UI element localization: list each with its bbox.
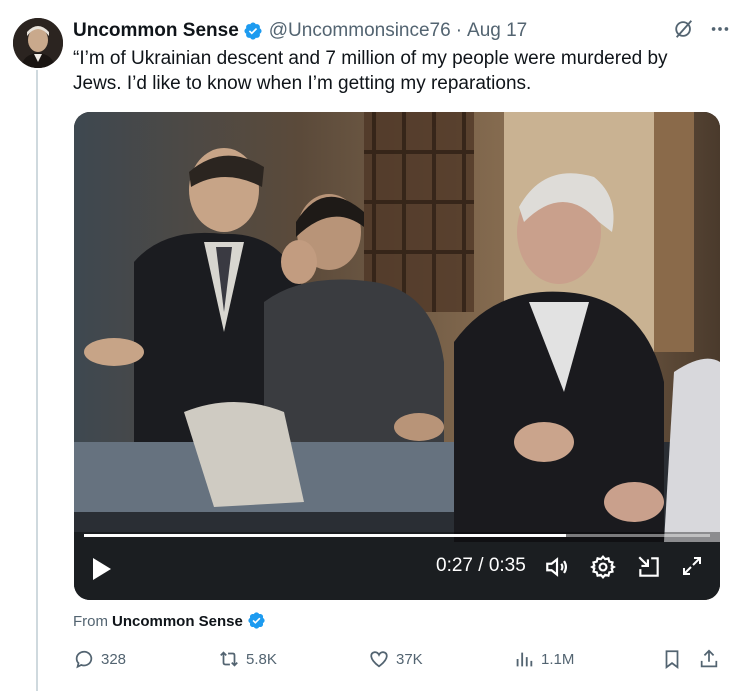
from-author-name[interactable]: Uncommon Sense: [112, 613, 243, 630]
tweet-date[interactable]: Aug 17: [467, 20, 527, 42]
avatar[interactable]: [13, 18, 63, 68]
avatar-portrait: [13, 18, 63, 68]
source-attribution: From Uncommon Sense: [73, 611, 267, 631]
volume-icon[interactable]: [544, 554, 570, 585]
video-progress-fill: [84, 534, 567, 537]
play-icon[interactable]: [90, 556, 114, 587]
fullscreen-icon[interactable]: [680, 554, 704, 583]
more-icon[interactable]: [709, 18, 731, 40]
grok-icon[interactable]: [673, 18, 695, 40]
reply-count: 328: [101, 650, 127, 668]
separator-dot: ·: [455, 20, 463, 41]
repost-icon: [220, 651, 238, 667]
thread-line: [36, 70, 38, 691]
views-icon: [516, 652, 533, 667]
views-button[interactable]: 1.1M: [513, 648, 574, 670]
from-label: From: [73, 612, 108, 630]
bookmark-icon: [665, 650, 679, 669]
author-handle[interactable]: @Uncommonsince76: [269, 20, 451, 42]
like-button[interactable]: 37K: [368, 648, 423, 670]
settings-icon[interactable]: [590, 554, 616, 585]
author-display-name[interactable]: Uncommon Sense: [73, 20, 239, 42]
reply-icon: [75, 650, 93, 669]
share-button[interactable]: [698, 648, 720, 670]
tweet-actions: 328 5.8K 37K 1.1M: [73, 648, 733, 674]
repost-count: 5.8K: [246, 650, 277, 668]
video-frame: [74, 112, 720, 600]
tweet-header: Uncommon Sense @Uncommonsince76 · Aug 17: [73, 18, 731, 44]
minimize-icon[interactable]: [636, 554, 662, 585]
like-count: 37K: [396, 650, 423, 668]
like-icon: [370, 651, 388, 668]
video-time: 0:27 / 0:35: [436, 555, 526, 576]
share-icon: [700, 649, 718, 668]
bookmark-button[interactable]: [661, 648, 683, 670]
verified-badge-icon: [243, 21, 263, 41]
video-progress-bar[interactable]: [84, 534, 710, 537]
repost-button[interactable]: 5.8K: [218, 648, 277, 670]
verified-badge-icon: [247, 611, 267, 631]
video-controls: 0:27 / 0:35: [74, 540, 720, 600]
reply-button[interactable]: 328: [73, 648, 126, 670]
tweet-text: “I’m of Ukrainian descent and 7 million …: [73, 48, 668, 94]
video-player[interactable]: 0:27 / 0:35: [74, 112, 720, 600]
views-count: 1.1M: [541, 650, 575, 668]
